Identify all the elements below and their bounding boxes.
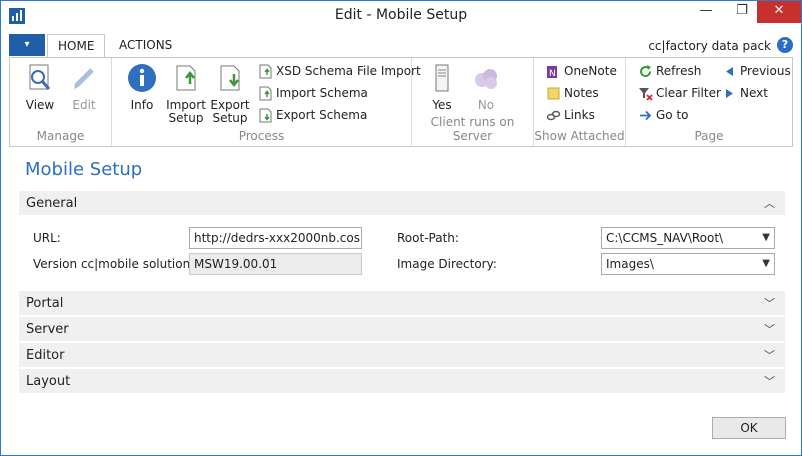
refresh-button[interactable]: Refresh — [638, 62, 701, 82]
chevron-down-icon[interactable]: ﹀ — [764, 373, 775, 389]
help-icon[interactable]: ? — [777, 37, 793, 53]
chevron-down-icon[interactable]: ﹀ — [764, 347, 775, 363]
root-path-field[interactable]: C:\CCMS_NAV\Root\ ▼ — [601, 227, 775, 249]
clear-filter-button[interactable]: Clear Filter — [638, 84, 721, 104]
edit-button[interactable]: Edit — [66, 62, 102, 112]
yes-button[interactable]: Yes — [424, 62, 460, 112]
window-title: Edit - Mobile Setup — [334, 7, 468, 23]
minimize-button[interactable]: — — [691, 1, 721, 23]
server-icon — [426, 62, 458, 94]
link-icon — [546, 108, 561, 123]
info-button[interactable]: Info — [120, 62, 164, 112]
group-show-attached: N OneNote Notes Links Show Attached — [534, 58, 626, 146]
url-label: URL: — [33, 231, 61, 245]
chevron-up-icon[interactable]: ︿ — [764, 195, 775, 211]
maximize-button[interactable]: ❐ — [727, 1, 757, 23]
chevron-down-icon[interactable]: ﹀ — [764, 295, 775, 311]
no-button[interactable]: No — [468, 62, 504, 112]
group-manage: View Edit Manage — [10, 58, 112, 146]
svg-text:N: N — [549, 69, 556, 79]
export-setup-button[interactable]: Export Setup — [208, 62, 252, 125]
refresh-icon — [638, 64, 653, 79]
chevron-down-icon[interactable]: ▼ — [762, 228, 770, 248]
image-directory-field[interactable]: Images\ ▼ — [601, 253, 775, 275]
group-process: Info Import Setup Export Setup XSD Schem… — [112, 58, 421, 146]
go-to-button[interactable]: Go to — [638, 106, 689, 126]
ribbon-tabs: ▾ HOME ACTIONS cc|factory data pack ? — [1, 32, 801, 59]
fasttab-general-title: General — [26, 196, 78, 211]
root-path-label: Root-Path: — [397, 231, 459, 245]
arrow-right-icon — [638, 108, 653, 123]
group-title-client-runs: Client runs on Server — [430, 115, 515, 143]
triangle-right-icon — [722, 86, 737, 101]
info-icon — [126, 62, 158, 94]
group-page: Refresh Clear Filter Go to Previous Next… — [626, 58, 792, 146]
note-icon — [546, 86, 561, 101]
url-field[interactable]: http://dedrs-xxx2000nb.cosm... — [189, 227, 362, 249]
import-setup-icon — [170, 62, 202, 94]
group-title-show-attached: Show Attached — [534, 129, 625, 143]
links-button[interactable]: Links — [546, 106, 595, 126]
xsd-schema-file-import-button[interactable]: XSD Schema File Import — [258, 62, 421, 82]
image-directory-label: Image Directory: — [397, 257, 497, 271]
export-setup-icon — [214, 62, 246, 94]
group-title-manage: Manage — [36, 129, 85, 143]
group-client-runs-on-server: Yes No Client runs on Server — [412, 58, 534, 146]
general-section: URL: http://dedrs-xxx2000nb.cosm... Vers… — [19, 217, 785, 289]
export-schema-button[interactable]: Export Schema — [258, 106, 367, 126]
fasttab-editor[interactable]: Editor ﹀ — [19, 343, 785, 369]
pencil-icon — [68, 62, 100, 94]
tab-home[interactable]: HOME — [47, 34, 106, 59]
company-name[interactable]: cc|factory data pack — [648, 39, 771, 53]
chevron-down-icon[interactable]: ﹀ — [764, 321, 775, 337]
cloud-icon — [470, 62, 502, 94]
close-button[interactable]: ✕ — [757, 1, 801, 23]
view-icon — [24, 62, 56, 94]
fasttab-general[interactable]: General ︿ — [19, 191, 785, 217]
fasttab-portal[interactable]: Portal ﹀ — [19, 291, 785, 317]
tab-actions[interactable]: ACTIONS — [109, 34, 182, 59]
application-menu-button[interactable]: ▾ — [9, 34, 45, 56]
page-title: Mobile Setup — [25, 159, 143, 180]
view-button[interactable]: View — [22, 62, 58, 112]
clear-filter-icon — [638, 86, 653, 101]
onenote-icon: N — [546, 64, 561, 79]
notes-button[interactable]: Notes — [546, 84, 599, 104]
xsd-document-icon — [258, 64, 273, 79]
fasttab-server[interactable]: Server ﹀ — [19, 317, 785, 343]
import-schema-icon — [258, 86, 273, 101]
previous-button[interactable]: Previous — [722, 62, 791, 82]
ok-button[interactable]: OK — [712, 417, 786, 439]
export-schema-icon — [258, 108, 273, 123]
version-label: Version cc|mobile solution: — [33, 257, 195, 271]
edit-mobile-setup-window: Edit - Mobile Setup — ❐ ✕ ▾ HOME ACTIONS… — [0, 0, 802, 456]
group-title-process: Process — [238, 129, 285, 143]
triangle-left-icon — [722, 64, 737, 79]
version-field: MSW19.00.01 — [189, 253, 362, 275]
title-bar: Edit - Mobile Setup — ❐ ✕ — [1, 1, 801, 31]
group-title-page: Page — [694, 129, 724, 143]
ribbon: View Edit Manage Info Import Setup Expor… — [9, 57, 793, 147]
fasttab-layout[interactable]: Layout ﹀ — [19, 369, 785, 395]
chevron-down-icon[interactable]: ▼ — [762, 254, 770, 274]
import-schema-button[interactable]: Import Schema — [258, 84, 368, 104]
next-button[interactable]: Next — [722, 84, 768, 104]
import-setup-button[interactable]: Import Setup — [164, 62, 208, 125]
onenote-button[interactable]: N OneNote — [546, 62, 617, 82]
